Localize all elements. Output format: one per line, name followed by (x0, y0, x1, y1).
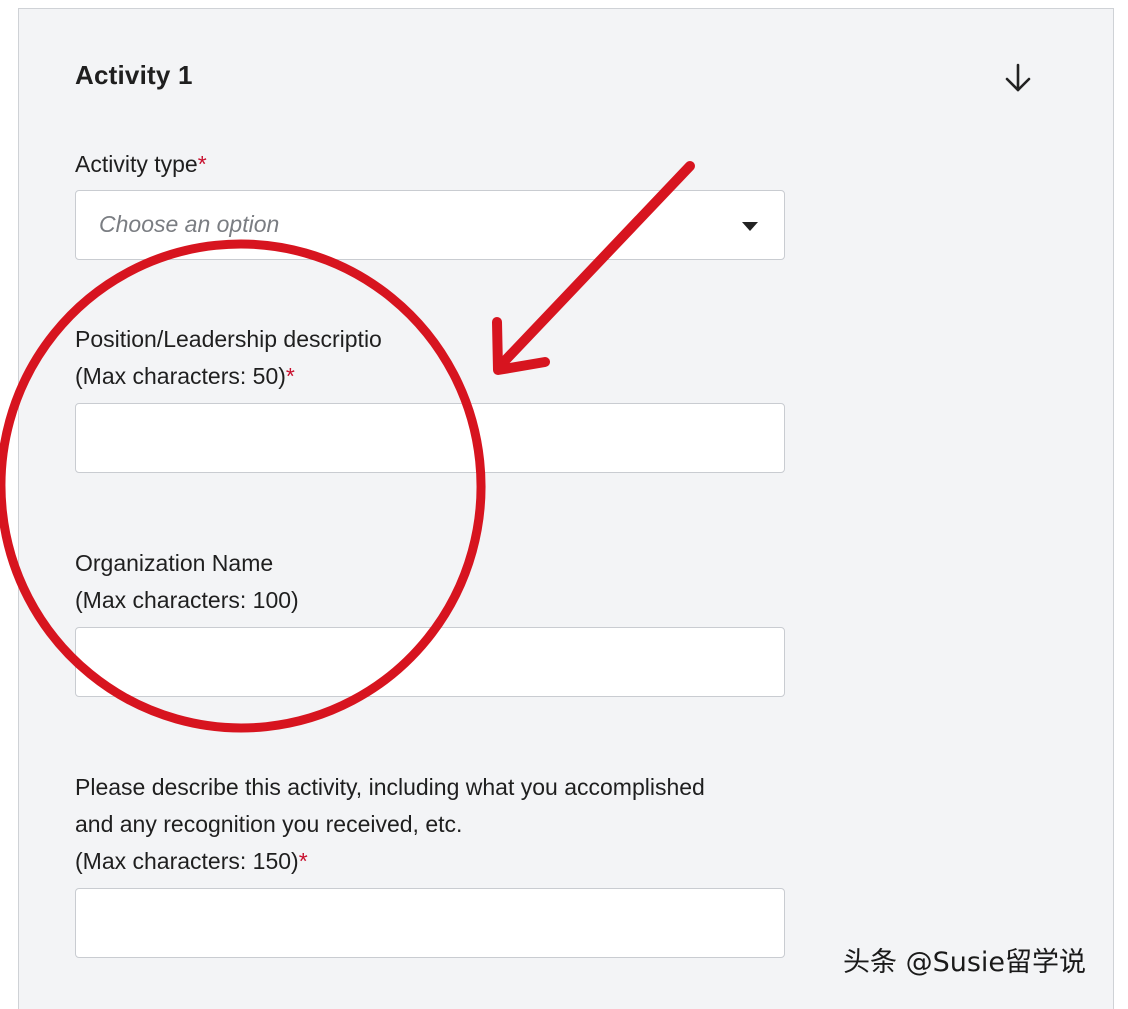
description-input-field[interactable] (75, 888, 785, 958)
activity-title: Activity 1 (75, 60, 193, 90)
required-mark: * (285, 363, 295, 389)
organization-input-field[interactable] (75, 627, 785, 697)
required-mark: * (197, 151, 207, 177)
activity-type-select[interactable]: Choose an option (75, 190, 785, 260)
activity-type-label: Activity type* (75, 151, 207, 177)
organization-input[interactable] (76, 628, 784, 696)
dropdown-caret-icon (742, 222, 758, 231)
watermark: 头条 @Susie留学说 (843, 947, 1087, 978)
description-label: Please describe this activity, including… (75, 774, 705, 874)
required-mark: * (298, 848, 308, 874)
position-label: Position/Leadership descriptio (Max char… (75, 326, 382, 389)
position-input-field[interactable] (75, 403, 785, 473)
activity-type-placeholder: Choose an option (99, 211, 280, 237)
description-input[interactable] (76, 889, 784, 957)
position-input[interactable] (76, 404, 784, 472)
collapse-button[interactable] (998, 58, 1038, 98)
arrow-down-icon (1005, 63, 1031, 92)
organization-label: Organization Name (Max characters: 100) (75, 550, 299, 613)
